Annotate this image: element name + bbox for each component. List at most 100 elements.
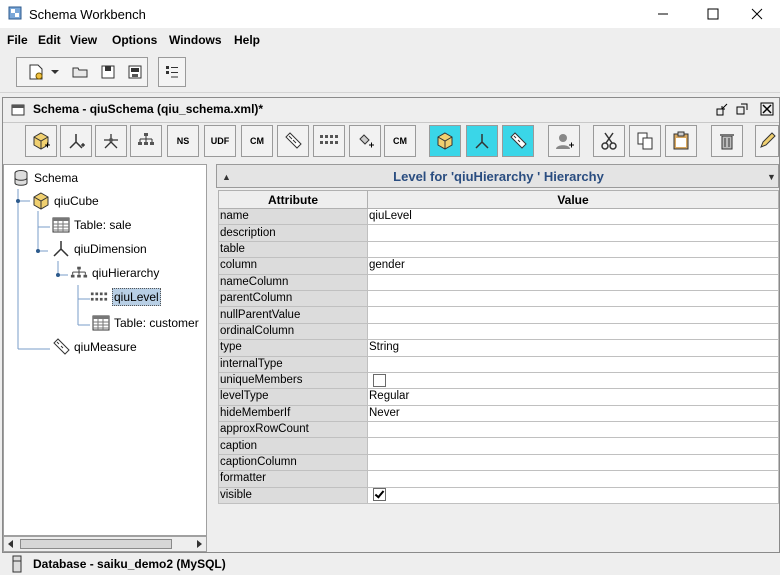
value-cell[interactable]	[367, 453, 779, 472]
table-row[interactable]: caption	[218, 437, 779, 455]
table-row[interactable]: parentColumn	[218, 289, 779, 308]
tree-node-measure[interactable]: qiuMeasure	[52, 336, 137, 358]
tree-node-cube[interactable]: qiuCube	[32, 190, 99, 212]
add-virtual-dimension-button[interactable]	[466, 125, 498, 157]
add-role-button[interactable]	[548, 125, 580, 157]
save-button[interactable]	[97, 61, 119, 83]
table-row[interactable]: ordinalColumn	[218, 322, 779, 341]
new-button[interactable]	[25, 61, 47, 83]
tree-node-dimension[interactable]: qiuDimension	[52, 238, 147, 260]
add-dimension-button[interactable]	[60, 125, 92, 157]
add-calculated-member-property-button[interactable]: CM	[384, 125, 416, 157]
value-cell[interactable]: Regular	[367, 388, 779, 406]
copy-button[interactable]	[629, 125, 661, 157]
add-virtual-cube-button[interactable]	[429, 125, 461, 157]
open-button[interactable]	[69, 61, 91, 83]
property-icon	[359, 134, 374, 148]
edit-button[interactable]	[755, 125, 779, 157]
table-row[interactable]: table	[218, 240, 779, 259]
table-row[interactable]: approxRowCount	[218, 421, 779, 439]
table-row[interactable]: nameColumn	[218, 273, 779, 291]
table-row[interactable]: visible	[218, 486, 779, 505]
value-cell[interactable]	[367, 273, 779, 291]
value-cell[interactable]	[367, 289, 779, 308]
add-udf-button[interactable]: UDF	[204, 125, 236, 157]
scissors-icon	[601, 132, 617, 150]
scrollbar-thumb[interactable]	[20, 539, 172, 549]
value-cell[interactable]: qiuLevel	[367, 207, 779, 226]
value-cell[interactable]	[367, 240, 779, 259]
value-cell[interactable]	[367, 355, 779, 373]
level-properties-panel: ▲ Level for 'qiuHierarchy ' Hierarchy ▼ …	[216, 164, 779, 524]
tree-label: qiuDimension	[74, 242, 147, 256]
split-pane-divider[interactable]	[208, 164, 216, 552]
table-row[interactable]: formatter	[218, 470, 779, 488]
tree-label: Schema	[34, 171, 79, 185]
tree-node-schema[interactable]: Schema	[12, 167, 78, 189]
menu-windows[interactable]: Windows	[169, 33, 222, 47]
value-cell[interactable]	[367, 437, 779, 455]
menu-options[interactable]: Options	[112, 33, 157, 47]
value-cell[interactable]	[367, 371, 779, 390]
value-cell[interactable]	[367, 322, 779, 341]
scroll-left-icon[interactable]	[7, 540, 15, 548]
internal-close-icon[interactable]	[760, 102, 774, 116]
value-cell[interactable]: Never	[367, 404, 779, 423]
tree-node-table-customer[interactable]: Table: customer	[92, 312, 199, 334]
minimize-button[interactable]	[640, 0, 686, 28]
table-row[interactable]: type String	[218, 339, 779, 357]
add-property-button[interactable]	[349, 125, 381, 157]
new-dropdown-button[interactable]	[48, 61, 62, 83]
add-measure-button[interactable]	[277, 125, 309, 157]
value-cell[interactable]	[367, 306, 779, 324]
value-cell[interactable]	[367, 470, 779, 488]
save-as-button[interactable]	[124, 61, 146, 83]
iconify-icon[interactable]	[715, 102, 729, 116]
add-hierarchy-button[interactable]	[130, 125, 162, 157]
add-calculated-member-button[interactable]: CM	[241, 125, 273, 157]
table-row[interactable]: levelType Regular	[218, 388, 779, 406]
value-cell[interactable]: gender	[367, 257, 779, 275]
menu-file[interactable]: File	[7, 33, 28, 47]
pencil-icon	[760, 132, 776, 148]
menu-view[interactable]: View	[70, 33, 97, 47]
add-named-set-button[interactable]: NS	[167, 125, 199, 157]
table-row[interactable]: uniqueMembers	[218, 371, 779, 390]
table-row[interactable]: hideMemberIf Never	[218, 404, 779, 423]
add-virtual-measure-button[interactable]	[502, 125, 534, 157]
value-cell[interactable]	[367, 224, 779, 242]
table-row[interactable]: captionColumn	[218, 453, 779, 472]
tree-node-hierarchy[interactable]: qiuHierarchy	[70, 262, 159, 284]
tree-horizontal-scrollbar[interactable]	[3, 536, 207, 552]
cut-button[interactable]	[593, 125, 625, 157]
maximize-button[interactable]	[690, 0, 736, 28]
expand-down-icon[interactable]: ▼	[767, 172, 776, 182]
table-row[interactable]: description	[218, 224, 779, 242]
table-row[interactable]: name qiuLevel	[218, 207, 779, 226]
restore-icon[interactable]	[735, 102, 749, 116]
schema-toolbar: NS UDF CM CM	[3, 123, 779, 163]
tree-node-table-sale[interactable]: Table: sale	[52, 214, 131, 236]
table-row[interactable]: column gender	[218, 257, 779, 275]
add-cube-button[interactable]	[25, 125, 57, 157]
delete-button[interactable]	[711, 125, 743, 157]
table-row[interactable]: internalType	[218, 355, 779, 373]
preferences-button[interactable]	[161, 61, 183, 83]
menu-help[interactable]: Help	[234, 33, 260, 47]
app-icon	[8, 6, 22, 20]
menu-edit[interactable]: Edit	[38, 33, 61, 47]
tree-node-level[interactable]: qiuLevel	[90, 286, 161, 308]
close-button[interactable]	[734, 0, 780, 28]
value-cell[interactable]	[367, 421, 779, 439]
table-row[interactable]: nullParentValue	[218, 306, 779, 324]
scroll-right-icon[interactable]	[195, 540, 203, 548]
paste-button[interactable]	[665, 125, 697, 157]
checked-checkbox[interactable]	[373, 488, 386, 502]
attribute-cell: nameColumn	[218, 273, 368, 291]
unchecked-checkbox[interactable]	[373, 373, 386, 387]
add-dimension-usage-button[interactable]	[95, 125, 127, 157]
dimension-icon	[69, 134, 85, 149]
value-cell[interactable]	[367, 486, 779, 505]
value-cell[interactable]: String	[367, 339, 779, 357]
add-level-button[interactable]	[313, 125, 345, 157]
